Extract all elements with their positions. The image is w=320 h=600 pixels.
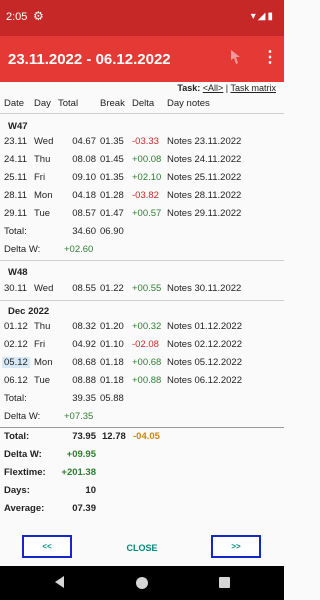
column-header-row: Date Day Total Break Delta Day notes: [0, 96, 284, 112]
summary-average-row: Average: 07.39: [4, 503, 96, 514]
gear-icon: ⚙: [33, 9, 44, 23]
signal-battery-icon: ▾◢▮: [250, 11, 275, 22]
table-row[interactable]: 30.11 Wed 08.55 01.22 +00.55 Notes 30.11…: [0, 281, 284, 297]
column-header-notes: Day notes: [167, 98, 210, 109]
close-button[interactable]: CLOSE: [117, 539, 167, 557]
app-bar: 23.11.2022 - 06.12.2022 ⋮: [0, 36, 284, 82]
summary-divider: [0, 427, 284, 428]
column-header-break: Break: [100, 98, 125, 109]
task-filter-line: Task: <All> | Task matrix: [177, 83, 276, 93]
next-button[interactable]: >>: [211, 535, 261, 558]
previous-button[interactable]: <<: [22, 535, 72, 558]
status-bar: 2:05 ⚙ ▾◢▮: [0, 0, 284, 36]
table-row[interactable]: 25.11 Fri 09.10 01.35 +02.10 Notes 25.11…: [0, 170, 284, 186]
table-row[interactable]: 28.11 Mon 04.18 01.28 -03.82 Notes 28.11…: [0, 188, 284, 204]
column-header-day: Day: [34, 98, 51, 109]
month-label: Dec 2022: [8, 306, 50, 317]
table-row[interactable]: 05.12 Mon 08.68 01.18 +00.68 Notes 05.12…: [0, 355, 284, 371]
section-divider: [0, 300, 284, 301]
summary-deltaw-row: Delta W: +09.95: [4, 449, 96, 460]
task-all-link[interactable]: <All>: [203, 83, 224, 93]
more-options-icon[interactable]: ⋮: [262, 50, 278, 66]
summary-flextime-row: Flextime: +201.38: [4, 467, 96, 478]
page-title: 23.11.2022 - 06.12.2022: [8, 51, 171, 68]
week-delta-row: Delta W: +02.60: [4, 244, 94, 255]
touch-icon[interactable]: [228, 49, 244, 67]
selected-date-cell[interactable]: 05.12: [2, 357, 30, 368]
table-row[interactable]: 24.11 Thu 08.08 01.45 +00.08 Notes 24.11…: [0, 152, 284, 168]
column-header-delta: Delta: [132, 98, 155, 109]
summary-days-row: Days: 10: [4, 485, 96, 496]
column-header-total: Total: [58, 98, 79, 109]
table-row[interactable]: 23.11 Wed 04.67 01.35 -03.33 Notes 23.11…: [0, 134, 284, 150]
week-label: W48: [8, 267, 28, 278]
task-separator: |: [225, 83, 229, 93]
week-total-row: Total: 34.60 06.90: [4, 226, 124, 237]
month-delta-row: Delta W: +07.35: [4, 411, 94, 422]
week-label: W47: [8, 121, 28, 132]
table-row[interactable]: 02.12 Fri 04.92 01.10 -02.08 Notes 02.12…: [0, 337, 284, 353]
header-divider: [0, 113, 284, 114]
month-total-row: Total: 39.35 05.88: [4, 393, 124, 404]
navigation-bar: [0, 566, 284, 600]
table-row[interactable]: 06.12 Tue 08.88 01.18 +00.88 Notes 06.12…: [0, 373, 284, 389]
back-icon[interactable]: [55, 576, 64, 588]
table-row[interactable]: 29.11 Tue 08.57 01.47 +00.57 Notes 29.11…: [0, 206, 284, 222]
section-divider: [0, 260, 284, 261]
table-row[interactable]: 01.12 Thu 08.32 01.20 +00.32 Notes 01.12…: [0, 319, 284, 335]
home-icon[interactable]: [136, 577, 148, 589]
summary-total-row: Total: 73.95 12.78 -04.05: [4, 431, 160, 442]
status-time: 2:05: [6, 11, 28, 23]
recent-apps-icon[interactable]: [219, 577, 230, 588]
task-matrix-link[interactable]: Task matrix: [230, 83, 276, 93]
column-header-date: Date: [4, 98, 25, 109]
task-label: Task:: [177, 83, 201, 93]
